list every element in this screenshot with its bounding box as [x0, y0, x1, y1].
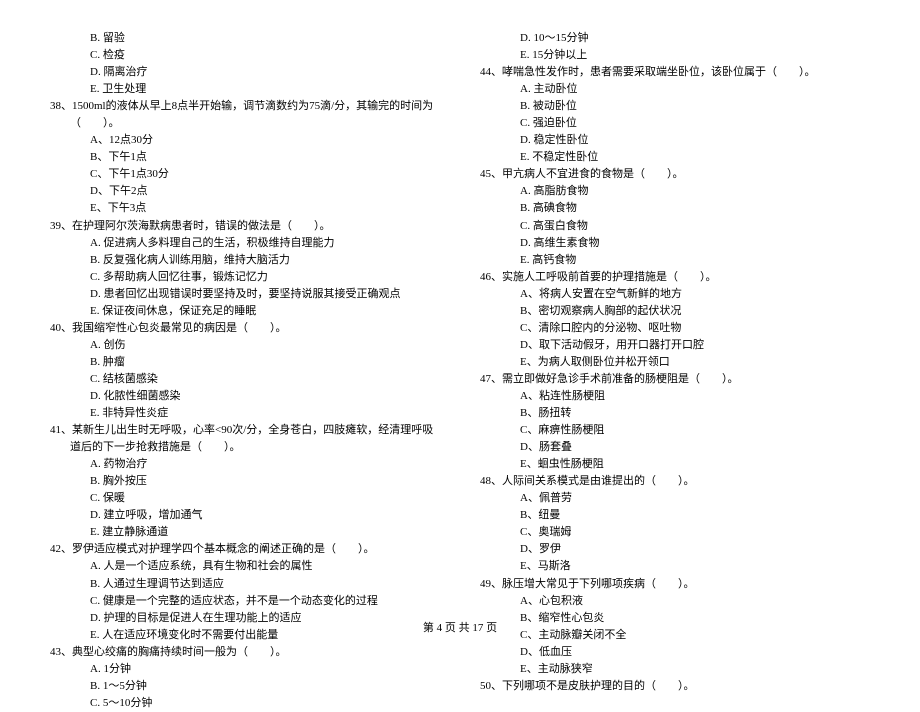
option-item: E. 卫生处理	[50, 81, 440, 98]
option-item: D、取下活动假牙，用开口器打开口腔	[480, 337, 870, 354]
option-item: D. 隔离治疗	[50, 64, 440, 81]
option-item: E. 非特异性炎症	[50, 405, 440, 422]
option-item: D、低血压	[480, 644, 870, 661]
option-item: E、下午3点	[50, 200, 440, 217]
option-item: E. 建立静脉通道	[50, 524, 440, 541]
option-item: C. 健康是一个完整的适应状态，并不是一个动态变化的过程	[50, 593, 440, 610]
option-item: E. 不稳定性卧位	[480, 149, 870, 166]
option-item: A. 促进病人多料理自己的生活，积极维持自理能力	[50, 235, 440, 252]
option-item: C. 强迫卧位	[480, 115, 870, 132]
option-item: C、清除口腔内的分泌物、呕吐物	[480, 320, 870, 337]
option-item: A、心包积液	[480, 593, 870, 610]
option-item: E、为病人取侧卧位并松开领口	[480, 354, 870, 371]
option-item: B. 人通过生理调节达到适应	[50, 576, 440, 593]
option-item: D. 稳定性卧位	[480, 132, 870, 149]
question-47: 47、需立即做好急诊手术前准备的肠梗阻是（ ）。	[480, 371, 870, 388]
option-item: B、纽曼	[480, 507, 870, 524]
option-item: C、下午1点30分	[50, 166, 440, 183]
option-item: D、罗伊	[480, 541, 870, 558]
option-item: C. 5～10分钟	[50, 695, 440, 712]
option-item: C. 保暖	[50, 490, 440, 507]
question-45: 45、甲亢病人不宜进食的食物是（ ）。	[480, 166, 870, 183]
question-38: 38、1500ml的液体从早上8点半开始输，调节滴数约为75滴/分，其输完的时间…	[50, 98, 440, 132]
option-item: B. 胸外按压	[50, 473, 440, 490]
option-item: D、肠套叠	[480, 439, 870, 456]
option-item: A、12点30分	[50, 132, 440, 149]
option-item: E、蛔虫性肠梗阻	[480, 456, 870, 473]
question-41: 41、某新生儿出生时无呼吸，心率<90次/分，全身苍白，四肢瘫软，经清理呼吸道后…	[50, 422, 440, 456]
option-item: E. 保证夜间休息，保证充足的睡眠	[50, 303, 440, 320]
option-item: D. 高维生素食物	[480, 235, 870, 252]
option-item: A. 1分钟	[50, 661, 440, 678]
option-item: E、主动脉狭窄	[480, 661, 870, 678]
option-item: B. 1～5分钟	[50, 678, 440, 695]
question-40: 40、我国缩窄性心包炎最常见的病因是（ ）。	[50, 320, 440, 337]
option-item: C、奥瑞姆	[480, 524, 870, 541]
question-43: 43、典型心绞痛的胸痛持续时间一般为（ ）。	[50, 644, 440, 661]
option-item: B、肠扭转	[480, 405, 870, 422]
option-item: B. 被动卧位	[480, 98, 870, 115]
option-item: D. 患者回忆出现错误时要坚持及时，要坚持说服其接受正确观点	[50, 286, 440, 303]
question-39: 39、在护理阿尔茨海默病患者时，错误的做法是（ ）。	[50, 218, 440, 235]
question-50: 50、下列哪项不是皮肤护理的目的（ ）。	[480, 678, 870, 695]
question-49: 49、脉压增大常见于下列哪项疾病（ ）。	[480, 576, 870, 593]
option-item: E. 高钙食物	[480, 252, 870, 269]
option-item: E、马斯洛	[480, 558, 870, 575]
page-footer: 第 4 页 共 17 页	[0, 619, 920, 635]
question-44: 44、哮喘急性发作时，患者需要采取端坐卧位，该卧位属于（ ）。	[480, 64, 870, 81]
option-item: B. 高碘食物	[480, 200, 870, 217]
option-item: B、下午1点	[50, 149, 440, 166]
option-item: D. 化脓性细菌感染	[50, 388, 440, 405]
option-item: A、粘连性肠梗阻	[480, 388, 870, 405]
option-item: B. 留验	[50, 30, 440, 47]
option-item: A. 创伤	[50, 337, 440, 354]
option-item: C. 高蛋白食物	[480, 218, 870, 235]
option-item: C. 结核菌感染	[50, 371, 440, 388]
option-item: B. 肿瘤	[50, 354, 440, 371]
page-content: B. 留验 C. 检疫 D. 隔离治疗 E. 卫生处理 38、1500ml的液体…	[50, 30, 870, 610]
option-item: A. 高脂肪食物	[480, 183, 870, 200]
option-item: D. 10～15分钟	[480, 30, 870, 47]
option-item: E. 15分钟以上	[480, 47, 870, 64]
question-42: 42、罗伊适应模式对护理学四个基本概念的阐述正确的是（ ）。	[50, 541, 440, 558]
left-column: B. 留验 C. 检疫 D. 隔离治疗 E. 卫生处理 38、1500ml的液体…	[50, 30, 440, 610]
option-item: B. 反复强化病人训练用脑，维持大脑活力	[50, 252, 440, 269]
option-item: B、密切观察病人胸部的起伏状况	[480, 303, 870, 320]
option-item: C. 多帮助病人回忆往事，锻炼记忆力	[50, 269, 440, 286]
option-item: A. 药物治疗	[50, 456, 440, 473]
option-item: D. 建立呼吸，增加通气	[50, 507, 440, 524]
option-item: A、将病人安置在空气新鲜的地方	[480, 286, 870, 303]
question-46: 46、实施人工呼吸前首要的护理措施是（ ）。	[480, 269, 870, 286]
right-column: D. 10～15分钟 E. 15分钟以上 44、哮喘急性发作时，患者需要采取端坐…	[480, 30, 870, 610]
option-item: A. 人是一个适应系统，具有生物和社会的属性	[50, 558, 440, 575]
question-48: 48、人际间关系模式是由谁提出的（ ）。	[480, 473, 870, 490]
option-item: C. 检疫	[50, 47, 440, 64]
option-item: A、佩普劳	[480, 490, 870, 507]
option-item: D、下午2点	[50, 183, 440, 200]
option-item: C、麻痹性肠梗阻	[480, 422, 870, 439]
option-item: A. 主动卧位	[480, 81, 870, 98]
